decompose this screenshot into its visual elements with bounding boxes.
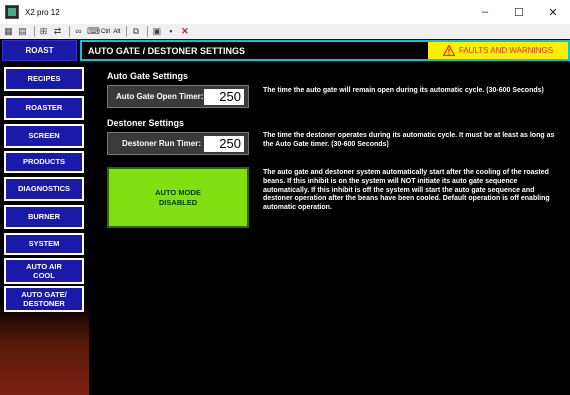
toolbar-divider	[126, 26, 128, 37]
keyboard-icon[interactable]: ⌨	[87, 26, 100, 37]
toolbar: ▦ ▤ ⊞ ⇄ ∞ ⌨ Ctrl Alt ⧉ ▣ ▪ ✕	[0, 24, 570, 39]
toolbar-divider	[69, 26, 70, 37]
sidebar-item-auto-air-cool[interactable]: AUTO AIR COOL	[4, 258, 84, 284]
app-icon	[5, 5, 19, 19]
minimize-button[interactable]: –	[468, 0, 502, 24]
glasses-icon[interactable]: ∞	[73, 26, 84, 37]
warning-icon	[442, 45, 455, 56]
destoner-section-title: Destoner Settings	[107, 118, 185, 128]
title-bar: X2 pro 12 – ☐ ✕	[0, 0, 570, 24]
sidebar-item-recipes[interactable]: RECIPES	[4, 67, 84, 91]
window-title: X2 pro 12	[25, 7, 60, 17]
destoner-timer-box: Destoner Run Timer: 250	[107, 132, 249, 155]
sidebar-item-burner[interactable]: BURNER	[4, 205, 84, 229]
copy-icon[interactable]: ⧉	[130, 26, 141, 37]
auto-gate-description: The time the auto gate will remain open …	[263, 87, 544, 94]
maximize-button[interactable]: ☐	[502, 0, 536, 24]
save-icon[interactable]: ▪	[165, 26, 176, 37]
section-tab-roast[interactable]: ROAST	[2, 40, 77, 61]
sidebar-item-screen[interactable]: SCREEN	[4, 124, 84, 148]
auto-gate-timer-input[interactable]: 250	[204, 89, 244, 105]
auto-mode-line2: DISABLED	[158, 197, 198, 207]
sidebar-item-products[interactable]: PRODUCTS	[4, 151, 84, 173]
faults-label: FAULTS AND WARNINGS	[458, 46, 554, 55]
page-header: AUTO GATE / DESTONER SETTINGS FAULTS AND…	[80, 40, 570, 61]
destoner-description: The time the destoner operates during it…	[263, 132, 555, 148]
sidebar-item-auto-gate-destoner[interactable]: AUTO GATE/ DESTONER	[4, 286, 84, 312]
sidebar-item-diagnostics[interactable]: DIAGNOSTICS	[4, 177, 84, 201]
auto-mode-toggle-button[interactable]: AUTO MODE DISABLED	[107, 167, 249, 228]
alt-key-label[interactable]: Alt	[113, 29, 120, 35]
sidebar-item-system[interactable]: SYSTEM	[4, 233, 84, 255]
document-icon[interactable]: ▤	[17, 26, 28, 37]
window-controls: – ☐ ✕	[468, 0, 570, 24]
destoner-timer-input[interactable]: 250	[204, 136, 244, 152]
sidebar-item-roaster[interactable]: ROASTER	[4, 96, 84, 120]
sidebar: RECIPES ROASTER SCREEN PRODUCTS DIAGNOST…	[0, 62, 89, 395]
ctrl-key-label[interactable]: Ctrl	[101, 29, 110, 35]
chart-icon[interactable]: ▦	[3, 26, 14, 37]
auto-gate-timer-box: Auto Gate Open Timer: 250	[107, 85, 249, 108]
swap-icon[interactable]: ⇄	[52, 26, 63, 37]
faults-warnings-button[interactable]: FAULTS AND WARNINGS	[428, 42, 568, 59]
destoner-timer-label: Destoner Run Timer:	[122, 139, 201, 148]
close-button[interactable]: ✕	[536, 0, 570, 24]
auto-mode-line1: AUTO MODE	[155, 187, 201, 197]
auto-gate-timer-label: Auto Gate Open Timer:	[116, 92, 204, 101]
paste-icon[interactable]: ▣	[151, 26, 162, 37]
grid-icon[interactable]: ⊞	[38, 26, 49, 37]
close-icon[interactable]: ✕	[179, 26, 190, 37]
auto-gate-section-title: Auto Gate Settings	[107, 71, 189, 81]
auto-mode-description: The auto gate and destoner system automa…	[263, 169, 550, 211]
page-title: AUTO GATE / DESTONER SETTINGS	[88, 45, 246, 56]
toolbar-divider	[34, 26, 35, 37]
toolbar-divider	[147, 26, 149, 37]
